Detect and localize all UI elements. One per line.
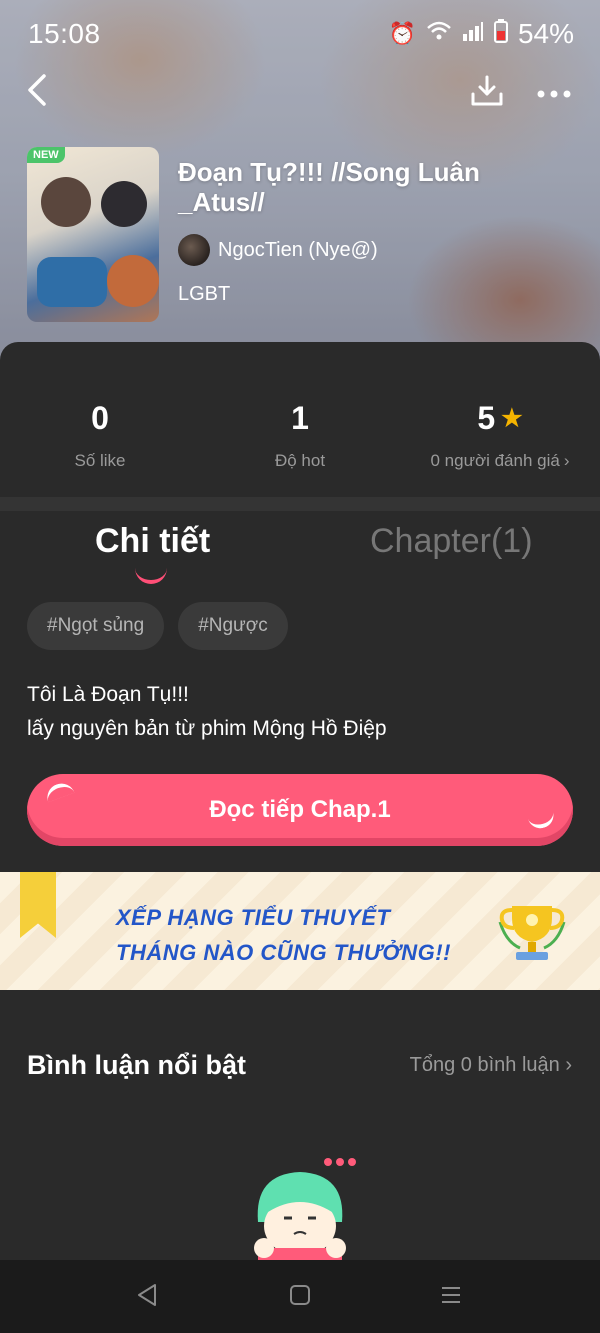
story-genre: LGBT <box>178 283 231 305</box>
tab-chapters[interactable]: Chapter(1) <box>370 522 533 561</box>
tab-indicator <box>135 568 167 584</box>
author-name[interactable]: NgocTien (Nye@) <box>218 239 378 262</box>
description-line: Tôi Là Đoạn Tụ!!! <box>27 683 189 706</box>
story-cover: NEW <box>27 147 159 322</box>
ranking-banner[interactable]: XẾP HẠNG TIỂU THUYẾT THÁNG NÀO CŨNG THƯỞ… <box>0 872 600 990</box>
battery-percent: 54% <box>517 18 574 49</box>
details-panel: 0 Số like 1 Độ hot 5 ★ 0 người đánh giá ›… <box>0 342 600 1272</box>
hot-value: 1 <box>291 400 309 436</box>
banner-line: THÁNG NÀO CŨNG THƯỞNG!! <box>116 940 451 965</box>
bookmark-ribbon-icon <box>20 872 56 938</box>
hot-stat: 1 Độ hot <box>200 342 400 497</box>
continue-reading-button[interactable]: Đọc tiếp Chap.1 <box>27 774 573 846</box>
story-title: Đoạn Tụ?!!! //Song Luân _Atus// <box>178 157 480 217</box>
comments-title: Bình luận nổi bật <box>27 1050 246 1080</box>
stats-row: 0 Số like 1 Độ hot 5 ★ 0 người đánh giá › <box>0 342 600 497</box>
top-bar <box>0 70 600 114</box>
author-avatar[interactable] <box>178 234 210 266</box>
continue-reading-label: Đọc tiếp Chap.1 <box>209 796 391 823</box>
tab-details[interactable]: Chi tiết <box>95 522 210 561</box>
likes-value: 0 <box>91 400 109 436</box>
download-icon[interactable] <box>470 74 504 108</box>
status-time: 15:08 <box>28 18 101 49</box>
system-nav-bar <box>0 1260 600 1333</box>
mascot-illustration <box>244 1152 356 1262</box>
rating-stat[interactable]: 5 ★ 0 người đánh giá › <box>400 342 600 497</box>
hot-label: Độ hot <box>274 451 326 470</box>
trophy-icon <box>492 892 572 972</box>
rating-value: 5 <box>477 400 496 436</box>
banner-line: XẾP HẠNG TIỂU THUYẾT <box>116 905 391 930</box>
nav-back-icon[interactable] <box>136 1282 158 1315</box>
signal-icon <box>462 20 484 48</box>
section-divider <box>0 497 600 511</box>
status-bar: 15:08 ⏰ 54% <box>0 0 600 70</box>
nav-recents-icon[interactable] <box>440 1282 462 1313</box>
alarm-icon: ⏰ <box>388 21 416 46</box>
chevron-right-icon: › <box>565 1054 572 1076</box>
rating-label: 0 người đánh giá <box>430 451 560 470</box>
more-icon[interactable] <box>536 76 572 104</box>
tab-bar: Chi tiết Chapter(1) <box>0 514 600 584</box>
tag-chip[interactable]: #Ngọt sủng <box>27 602 165 650</box>
chevron-right-icon: › <box>563 451 570 470</box>
tag-chip[interactable]: #Ngược <box>178 602 288 650</box>
chevron-left-icon[interactable] <box>24 70 50 118</box>
star-icon: ★ <box>501 405 523 432</box>
comments-count-link[interactable]: Tổng 0 bình luận › <box>410 1054 572 1077</box>
wifi-icon <box>426 20 452 48</box>
nav-home-icon[interactable] <box>289 1282 311 1313</box>
battery-icon <box>493 19 508 49</box>
tag-list: #Ngọt sủng #Ngược <box>27 602 288 650</box>
likes-stat: 0 Số like <box>0 342 200 497</box>
likes-label: Số like <box>74 451 126 470</box>
comments-total: Tổng 0 bình luận <box>409 1054 560 1076</box>
description-line: lấy nguyên bản từ phim Mộng Hồ Điệp <box>27 717 387 740</box>
author-row[interactable]: NgocTien (Nye@) <box>178 234 378 266</box>
story-description: Tôi Là Đoạn Tụ!!! lấy nguyên bản từ phim… <box>27 678 387 746</box>
new-badge: NEW <box>27 147 65 163</box>
